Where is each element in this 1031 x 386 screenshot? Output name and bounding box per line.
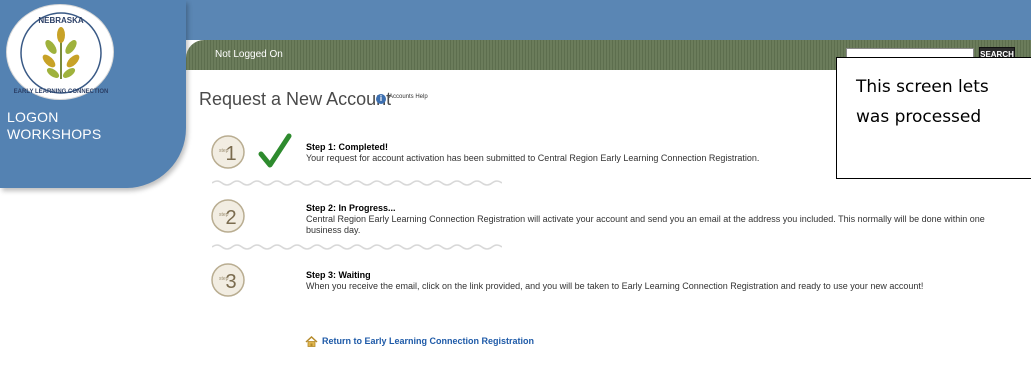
callout-line-1: This screen lets xyxy=(856,77,989,97)
return-link-row[interactable]: Return to Early Learning Connection Regi… xyxy=(305,334,534,352)
sidebar-item-workshops[interactable]: WORKSHOPS xyxy=(7,126,101,142)
logo-emblem-icon: NEBRASKA EARLY LEARNING CONNECTION xyxy=(14,12,109,95)
svg-text:3: 3 xyxy=(225,271,236,293)
annotation-callout: This screen lets was processed xyxy=(836,57,1031,179)
step-3-heading: Step 3: Waiting xyxy=(306,270,371,280)
callout-line-2: was processed xyxy=(856,107,982,127)
svg-text:EARLY LEARNING CONNECTION: EARLY LEARNING CONNECTION xyxy=(14,89,109,95)
svg-text:NEBRASKA: NEBRASKA xyxy=(38,16,84,25)
home-icon xyxy=(305,335,318,347)
step-1-heading: Step 1: Completed! xyxy=(306,142,389,152)
step-2-heading: Step 2: In Progress... xyxy=(306,203,396,213)
sidebar: NEBRASKA EARLY LEARNING CONNECTION LOGON… xyxy=(0,0,186,188)
page-title: Request a New Account xyxy=(199,89,392,109)
info-icon[interactable]: i xyxy=(376,94,386,104)
step-2-badge-icon: step 2 xyxy=(211,199,245,233)
step-2-description: Central Region Early Learning Connection… xyxy=(306,214,985,235)
login-status-text: Not Logged On xyxy=(215,49,283,60)
svg-text:1: 1 xyxy=(225,143,236,165)
divider-squiggle xyxy=(212,180,502,186)
sidebar-item-logon[interactable]: LOGON xyxy=(7,109,59,125)
nebraska-elc-logo[interactable]: NEBRASKA EARLY LEARNING CONNECTION xyxy=(6,4,114,100)
step-3-badge-icon: step 3 xyxy=(211,263,245,297)
svg-text:2: 2 xyxy=(225,207,236,229)
step-1-badge-icon: step 1 xyxy=(211,135,245,169)
accounts-help-link[interactable]: Accounts Help xyxy=(389,94,428,100)
step-3-description: When you receive the email, click on the… xyxy=(306,281,924,291)
checkmark-icon xyxy=(258,133,292,168)
return-to-registration-link[interactable]: Return to Early Learning Connection Regi… xyxy=(322,336,534,346)
divider-squiggle xyxy=(212,244,502,250)
